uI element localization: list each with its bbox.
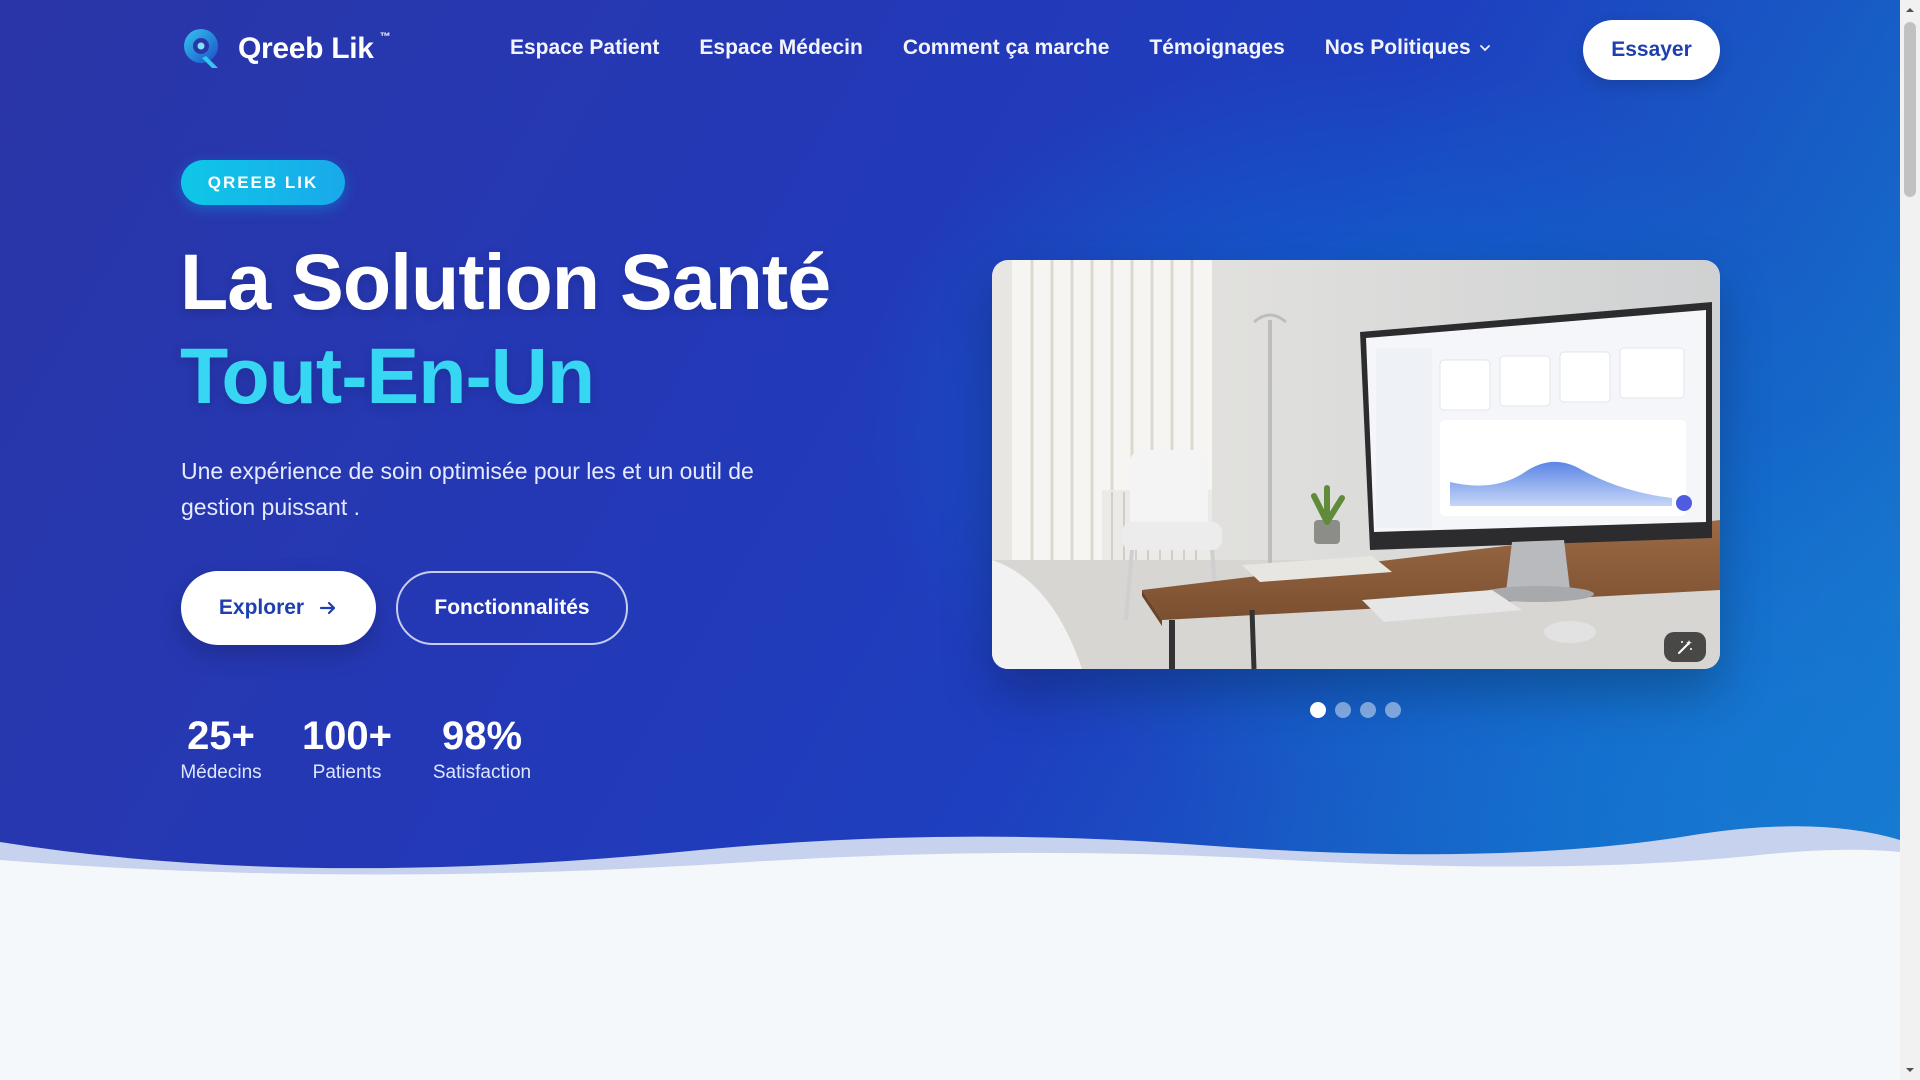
magic-wand-icon [1678, 640, 1692, 654]
hero-wave-divider [0, 826, 1900, 910]
hero-image-card[interactable] [992, 260, 1720, 669]
try-button[interactable]: Essayer [1583, 20, 1720, 80]
hero-title-line1: La Solution Santé [180, 237, 831, 326]
stat-value: 25+ [187, 714, 255, 758]
trademark: ™ [379, 31, 391, 43]
carousel-dot-2[interactable] [1335, 702, 1351, 718]
stat-value: 100+ [301, 714, 393, 758]
nav-nos-politiques[interactable]: Nos Politiques [1325, 36, 1491, 60]
stat-label: Satisfaction [432, 762, 532, 783]
nav-comment-ca-marche[interactable]: Comment ça marche [903, 36, 1110, 60]
explorer-label: Explorer [218, 596, 305, 619]
brand-name: Qreeb Lik [238, 32, 374, 65]
nav-nos-politiques-label: Nos Politiques [1324, 36, 1471, 59]
nav-espace-patient[interactable]: Espace Patient [510, 36, 659, 60]
chevron-down-icon [1479, 45, 1490, 52]
carousel-dot-4[interactable] [1385, 702, 1401, 718]
top-nav: Qreeb Lik ™ Espace Patient Espace Médeci… [0, 0, 1900, 100]
nav-temoignages[interactable]: Témoignages [1149, 36, 1284, 60]
carousel-dots [1310, 702, 1401, 718]
stat-value: 98% [441, 714, 523, 758]
magic-wand-button[interactable] [1664, 632, 1706, 662]
brand-logo[interactable]: Qreeb Lik ™ [180, 26, 397, 72]
stat-label: Patients [312, 762, 382, 783]
brand-badge: QREEB LIK [181, 160, 345, 205]
stat-patients: 100+ Patients [300, 712, 394, 784]
arrow-right-icon [319, 601, 336, 615]
nav-links: Espace Patient Espace Médecin Comment ça… [510, 36, 1491, 60]
scroll-up-icon[interactable] [1904, 4, 1916, 16]
stat-medecins: 25+ Médecins [180, 712, 262, 784]
vertical-scrollbar[interactable] [1900, 0, 1920, 1080]
hero-subtitle: Une expérience de soin optimisée pour le… [181, 458, 754, 520]
page: Qreeb Lik ™ Espace Patient Espace Médeci… [0, 0, 1900, 1080]
hero-section: Qreeb Lik ™ Espace Patient Espace Médeci… [0, 0, 1900, 885]
nav-espace-medecin[interactable]: Espace Médecin [699, 36, 862, 60]
carousel-dot-1[interactable] [1310, 702, 1326, 718]
carousel-dot-3[interactable] [1360, 702, 1376, 718]
logo-icon [184, 29, 218, 68]
scroll-down-icon[interactable] [1904, 1064, 1916, 1076]
office-illustration [992, 260, 1720, 669]
explorer-button[interactable]: Explorer [181, 571, 376, 645]
stat-label: Médecins [180, 762, 262, 783]
features-button[interactable]: Fonctionnalités [396, 571, 628, 645]
scrollbar-thumb[interactable] [1904, 22, 1916, 197]
hero-title-line2: Tout-En-Un [180, 331, 595, 420]
stat-satisfaction: 98% Satisfaction [432, 712, 532, 784]
